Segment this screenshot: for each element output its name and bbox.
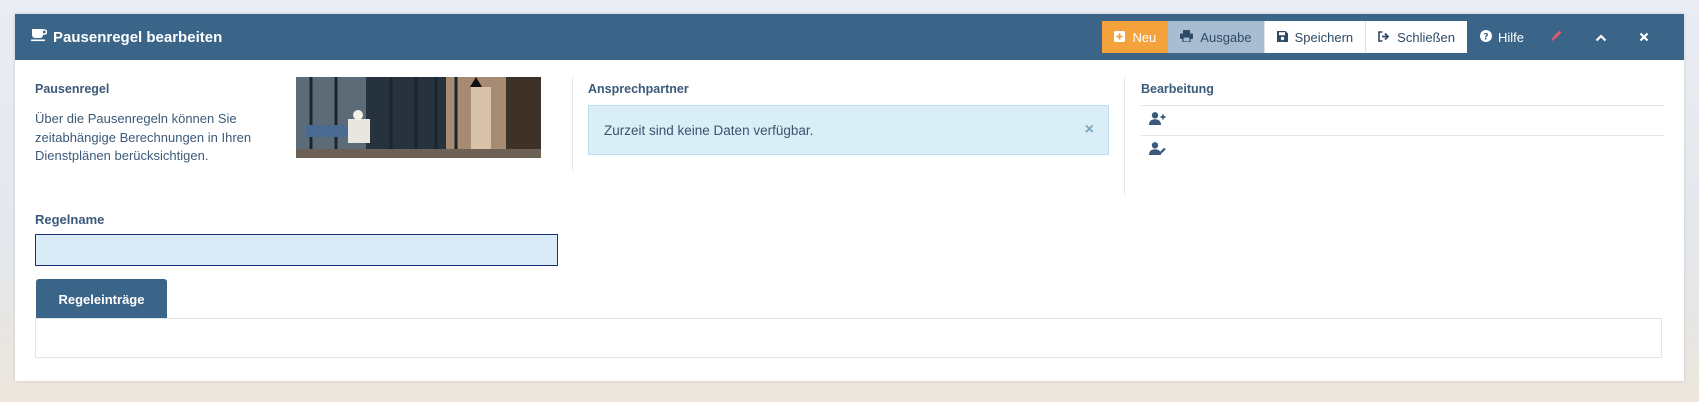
tab-rule-entries[interactable]: Regeleinträge: [36, 279, 167, 319]
dialog-header: Pausenregel bearbeiten Neu Ausgabe Speic…: [15, 14, 1684, 60]
info-section: Pausenregel Über die Pausenregeln können…: [35, 82, 285, 166]
user-plus-icon: [1149, 111, 1166, 130]
dialog-toolbar: Neu Ausgabe Speichern Schließen ? Hilfe: [1102, 21, 1668, 53]
editing-heading: Bearbeitung: [1141, 82, 1214, 96]
rule-name-label: Regelname: [35, 212, 105, 227]
help-button[interactable]: ? Hilfe: [1467, 21, 1537, 53]
office-photo: [296, 77, 541, 158]
section-divider: [1124, 77, 1125, 195]
info-description: Über die Pausenregeln können Sie zeitabh…: [35, 111, 252, 163]
user-edit-icon: [1149, 141, 1166, 160]
coffee-icon: [31, 28, 53, 46]
no-data-alert: Zurzeit sind keine Daten verfügbar. ×: [588, 105, 1109, 155]
collapse-button[interactable]: [1582, 21, 1626, 53]
no-data-message: Zurzeit sind keine Daten verfügbar.: [604, 122, 814, 138]
dialog-title: Pausenregel bearbeiten: [15, 28, 222, 46]
close-button[interactable]: Schließen: [1366, 21, 1467, 53]
contacts-section: Ansprechpartner: [588, 82, 689, 96]
dismiss-button[interactable]: [1626, 21, 1668, 53]
printer-icon: [1180, 29, 1200, 45]
close-icon: [1639, 30, 1655, 45]
editing-list: [1141, 105, 1664, 165]
dialog-title-text: Pausenregel bearbeiten: [53, 28, 223, 46]
edit-pencil-button[interactable]: [1537, 21, 1582, 53]
sign-out-icon: [1378, 30, 1397, 45]
question-circle-icon: ?: [1479, 29, 1498, 45]
output-button[interactable]: Ausgabe: [1168, 21, 1265, 53]
editing-section: Bearbeitung: [1141, 82, 1214, 96]
svg-text:?: ?: [1483, 32, 1488, 42]
modified-by-row[interactable]: [1141, 135, 1664, 165]
section-divider: [572, 77, 573, 171]
alert-close-icon[interactable]: ×: [1085, 121, 1094, 139]
chevron-up-icon: [1595, 30, 1613, 45]
rule-entries-panel: [35, 318, 1662, 358]
contacts-heading: Ansprechpartner: [588, 82, 689, 96]
plus-square-icon: [1114, 30, 1132, 45]
save-button[interactable]: Speichern: [1264, 21, 1367, 53]
rule-name-input[interactable]: [35, 234, 558, 266]
floppy-disk-icon: [1276, 30, 1295, 45]
created-by-row[interactable]: [1141, 105, 1664, 135]
pencil-icon: [1550, 29, 1569, 45]
new-button[interactable]: Neu: [1102, 21, 1169, 53]
info-heading: Pausenregel: [35, 82, 110, 96]
